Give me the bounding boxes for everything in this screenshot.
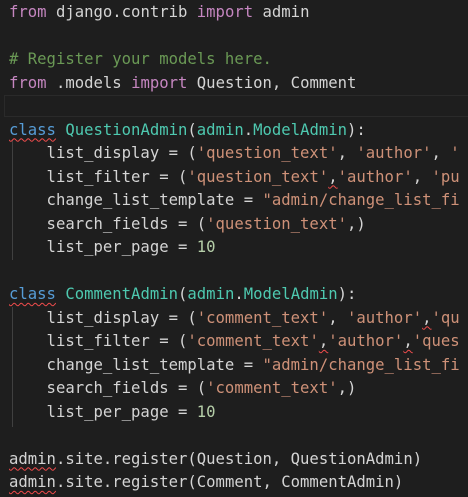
code-token: list_display = ( — [9, 144, 197, 162]
code-token: admin — [9, 473, 56, 491]
code-token: CommentAdmin — [65, 285, 179, 303]
code-token: , — [403, 332, 413, 350]
code-line: class QuestionAdmin(admin.ModelAdmin): — [9, 118, 366, 142]
code-token: import — [131, 73, 188, 92]
code-token: "admin/change_list_fi — [262, 191, 460, 209]
code-token: admin — [196, 120, 244, 139]
code-token: . — [243, 120, 254, 139]
code-token: search_fields = ( — [9, 379, 207, 397]
code-token: 10 — [196, 238, 216, 256]
code-line: from .models import Question, Comment — [9, 71, 356, 95]
code-token: 'comment_text' — [196, 308, 329, 327]
code-token: 'question_text' — [187, 167, 329, 186]
code-token: admin — [253, 3, 310, 21]
code-token: , — [318, 332, 329, 350]
code-token: change_list_template = — [9, 191, 263, 209]
code-line: change_list_template = "admin/change_lis… — [9, 188, 460, 212]
code-line: list_per_page = 10 — [9, 400, 216, 424]
code-token: 'author' — [328, 332, 404, 350]
code-editor[interactable]: from django.contrib import admin # Regist… — [0, 0, 468, 497]
code-token: 10 — [196, 402, 216, 421]
code-token: 'question_text' — [196, 144, 338, 162]
code-token: .models — [46, 73, 132, 92]
code-token: list_per_page = — [9, 238, 197, 256]
code-token: ModelAdmin — [243, 285, 338, 303]
code-token: list_filter = ( — [9, 332, 188, 350]
code-token: ( — [187, 120, 197, 139]
code-line: change_list_template = "admin/change_lis… — [9, 353, 460, 377]
code-line: admin.site.register(Comment, CommentAdmi… — [9, 470, 403, 494]
code-line: search_fields = ('comment_text',) — [9, 376, 357, 400]
code-token: . — [234, 285, 244, 303]
code-token: from — [9, 73, 47, 92]
code-token: QuestionAdmin — [65, 120, 188, 139]
code-token: 'pu — [431, 167, 460, 186]
code-line: class CommentAdmin(admin.ModelAdmin): — [9, 282, 356, 306]
code-token: admin — [187, 285, 235, 303]
code-token: , — [412, 167, 432, 186]
code-token: "admin/change_list_fi — [262, 355, 460, 374]
code-token: ModelAdmin — [253, 120, 348, 139]
code-token: list_display = ( — [9, 308, 197, 327]
code-token: ): — [337, 285, 357, 303]
code-token: 'qu — [431, 308, 460, 327]
code-token: 'ques — [412, 332, 460, 350]
code-line: list_display = ('comment_text', 'author'… — [9, 306, 460, 330]
code-token: from — [9, 3, 47, 21]
code-line: list_per_page = 10 — [9, 235, 216, 259]
code-token: 'author' — [337, 167, 413, 186]
current-line-highlight — [4, 95, 468, 117]
code-token: import — [196, 3, 254, 21]
code-line: admin.site.register(Question, QuestionAd… — [9, 447, 422, 471]
code-line: search_fields = ('question_text',) — [9, 212, 366, 236]
code-token: 'comment_text' — [206, 379, 338, 397]
code-token: , — [337, 144, 357, 162]
code-token: class — [9, 120, 56, 139]
code-token: 'author' — [356, 144, 432, 162]
code-token: list_filter = ( — [9, 167, 188, 186]
code-line: list_filter = ('question_text','author',… — [9, 165, 460, 189]
code-token: ,) — [346, 214, 366, 233]
code-token: ' — [450, 144, 460, 162]
code-line: from django.contrib import admin — [9, 0, 309, 24]
code-token: 'comment_text' — [187, 332, 319, 350]
code-token: list_per_page = — [9, 402, 197, 421]
code-token: change_list_template = — [9, 355, 263, 374]
code-token: 'author' — [346, 308, 423, 327]
code-token: ,) — [337, 379, 357, 397]
code-line: # Register your models here. — [9, 47, 272, 71]
code-token: ( — [178, 285, 188, 303]
code-token: ): — [347, 120, 366, 139]
code-token: .site.register(Comment, CommentAdmin) — [55, 473, 404, 491]
code-token: # Register your models here. — [9, 50, 272, 68]
code-token: admin — [9, 449, 56, 468]
code-line: list_filter = ('comment_text','author','… — [9, 329, 460, 353]
code-token: class — [9, 285, 56, 303]
code-line: list_display = ('question_text', 'author… — [9, 141, 460, 165]
code-token: , — [328, 308, 347, 327]
code-token: 'question_text' — [206, 214, 347, 233]
code-token: Question, Comment — [187, 73, 357, 92]
code-token: django.contrib — [46, 3, 197, 21]
code-token: search_fields = ( — [9, 214, 207, 233]
code-token: .site.register(Question, QuestionAdmin) — [55, 449, 423, 468]
code-token: , — [328, 167, 338, 186]
code-token: , — [431, 144, 451, 162]
